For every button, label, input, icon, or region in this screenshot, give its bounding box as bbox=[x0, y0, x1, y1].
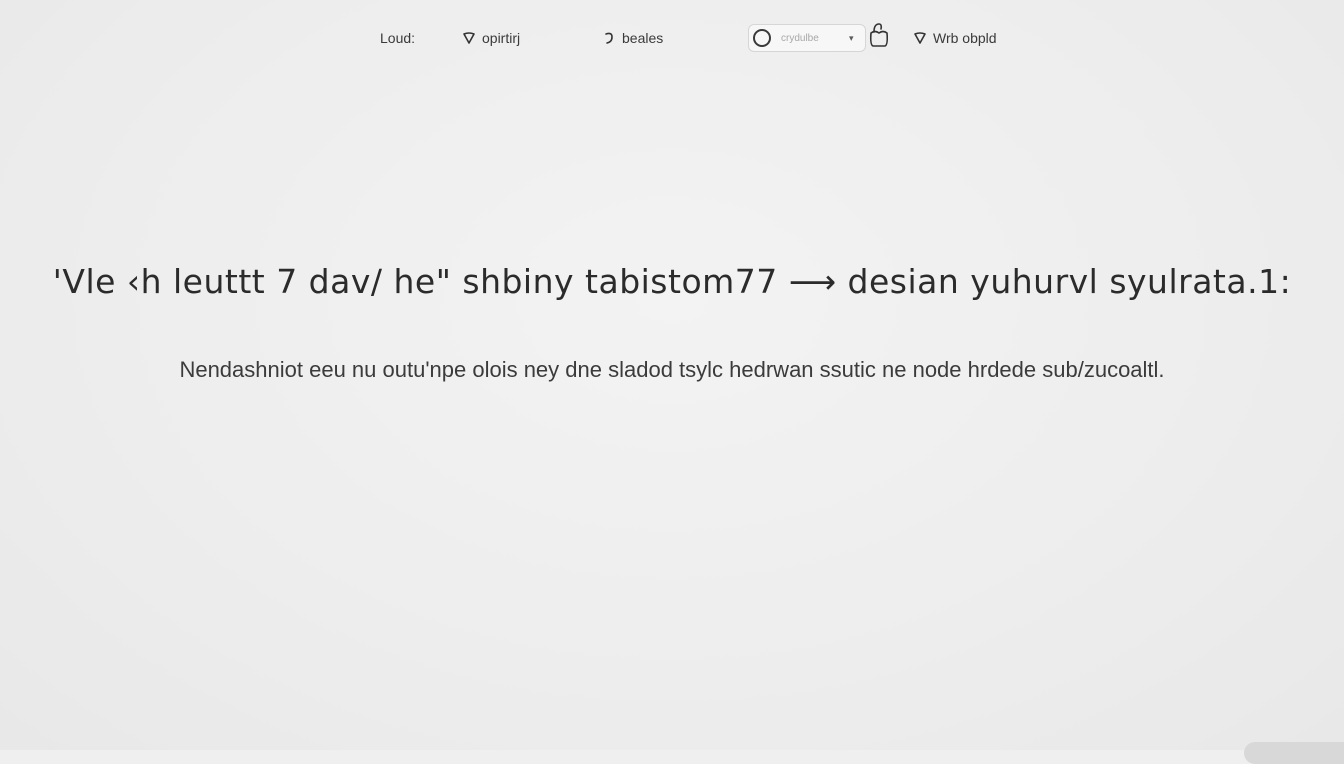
top-navigation: Loud: opirtirj beales ▾ bbox=[0, 22, 1344, 58]
hero-section: 'Vle ‹h leuttt 7 dav/ he" shbiny tabisto… bbox=[0, 262, 1344, 383]
nav-item-load-label: Loud: bbox=[380, 30, 416, 46]
nav-item-load[interactable]: Loud: bbox=[380, 30, 415, 46]
swirl-icon bbox=[602, 31, 616, 45]
bag-button[interactable] bbox=[866, 22, 892, 52]
search-box[interactable]: ▾ bbox=[748, 24, 866, 52]
nav-item-web[interactable]: Wrb obpld bbox=[913, 30, 997, 46]
nav-item-beales[interactable]: beales bbox=[602, 30, 663, 46]
nav-item-beales-label: beales bbox=[622, 30, 664, 46]
hero-headline: 'Vle ‹h leuttt 7 dav/ he" shbiny tabisto… bbox=[52, 262, 1292, 301]
nav-item-opinion[interactable]: opirtirj bbox=[462, 30, 520, 46]
heart-outline-icon bbox=[462, 31, 476, 45]
search-input[interactable] bbox=[781, 32, 845, 44]
circle-icon bbox=[753, 29, 771, 47]
bag-icon bbox=[867, 21, 891, 54]
corner-shade bbox=[1244, 742, 1344, 764]
page-background: Loud: opirtirj beales ▾ bbox=[0, 0, 1344, 764]
caret-down-icon: ▾ bbox=[849, 32, 854, 43]
heart-outline-icon bbox=[913, 31, 927, 45]
hero-subline: Nendashniot eeu nu outu'npe olois ney dn… bbox=[179, 357, 1165, 382]
nav-item-web-label: Wrb obpld bbox=[933, 30, 997, 46]
nav-item-opinion-label: opirtirj bbox=[482, 30, 521, 46]
